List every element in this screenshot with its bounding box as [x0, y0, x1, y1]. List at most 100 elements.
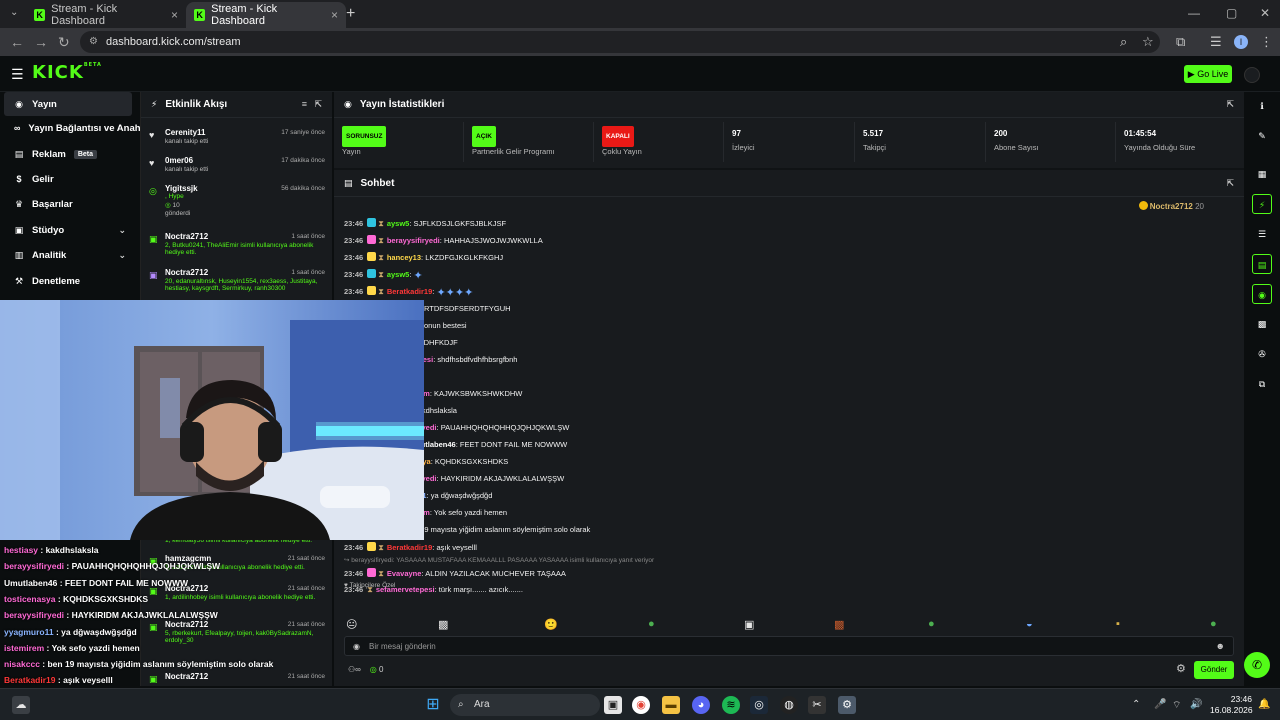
emoji-picker-icon[interactable]: ◉ — [353, 637, 360, 656]
forward-icon[interactable]: → — [34, 34, 48, 50]
chat-message-input[interactable]: ◉ Bir mesaj gönderin ☻ — [344, 636, 1234, 656]
bookmark-star-icon[interactable]: ☆ — [1142, 34, 1154, 50]
zoom-icon[interactable]: ⌕ — [1120, 34, 1127, 50]
message-timestamp: 23:46 — [344, 569, 364, 578]
chat-message-text: aşık veyselll — [436, 543, 477, 552]
kick-logo[interactable]: KICKBETA — [32, 62, 102, 83]
browser-tab-2[interactable]: K Stream - Kick Dashboard × — [186, 2, 346, 28]
reload-icon[interactable]: ↻ — [58, 34, 70, 51]
wrench-icon[interactable]: ✇ — [1252, 344, 1272, 364]
site-info-icon[interactable]: ⚙ — [89, 31, 98, 53]
weather-icon[interactable]: ☁ — [12, 696, 30, 714]
plugin-icon[interactable]: ⧉ — [1252, 374, 1272, 394]
emote-icon[interactable]: ● — [1210, 618, 1217, 630]
obs-icon[interactable]: ◍ — [780, 696, 798, 714]
discord-icon[interactable]: ◕ — [692, 696, 710, 714]
emote-icon: ✦ — [445, 287, 455, 299]
back-icon[interactable]: ← — [10, 34, 24, 50]
chat-username[interactable]: Beratkadir19 — [387, 287, 432, 296]
chat-username[interactable]: aysw5 — [387, 219, 410, 228]
sidebar-item-stream-key[interactable]: ∞ Yayın Bağlantısı ve Anahtarı — [4, 116, 155, 140]
tray-chevron-icon[interactable]: ⌃ — [1132, 699, 1140, 710]
smiley-icon[interactable]: ☻ — [1216, 637, 1225, 656]
chat-username[interactable]: hancey13 — [387, 253, 421, 262]
task-view-icon[interactable]: ▣ — [604, 696, 622, 714]
sidebar-item-denetleme[interactable]: ⚒ Denetleme — [4, 269, 132, 293]
microphone-icon[interactable]: 🎤 — [1154, 699, 1166, 710]
status-badge: KAPALI — [602, 126, 634, 147]
taskbar-search[interactable]: ⌕ Ara — [450, 694, 600, 716]
go-live-button[interactable]: ▶ Go Live — [1184, 65, 1232, 83]
hamburger-menu-icon[interactable]: ☰ — [11, 66, 24, 83]
activity-feed-toggle-icon[interactable]: ⚡ — [1252, 194, 1272, 214]
settings-icon[interactable]: ⚙ — [838, 696, 856, 714]
sidebar-item-analitik[interactable]: ▥ Analitik ⌄ — [4, 243, 132, 267]
emote-icon[interactable]: ▪ — [1116, 618, 1120, 630]
emote-icon[interactable]: 😐 — [346, 618, 357, 631]
emote-icon[interactable]: ▩ — [834, 618, 844, 631]
profile-avatar[interactable]: I — [1234, 35, 1248, 49]
spotify-icon[interactable]: ≋ — [722, 696, 740, 714]
close-tab-icon[interactable]: × — [331, 8, 338, 22]
emote-icon[interactable]: ▣ — [744, 618, 754, 631]
edit-icon[interactable]: ✎ — [1252, 126, 1272, 146]
sidebar-item-studyo[interactable]: ▣ Stüdyo ⌄ — [4, 218, 132, 242]
chat-username[interactable]: Evavayne — [387, 569, 422, 578]
sidebar-item-yayin[interactable]: ◉ Yayın — [4, 92, 132, 116]
stream-stats-toggle-icon[interactable]: ◉ — [1252, 284, 1272, 304]
close-window-icon[interactable]: ✕ — [1260, 6, 1270, 20]
sidebar-item-gelir[interactable]: $ Gelir — [4, 167, 132, 191]
menu-icon[interactable]: ⋮ — [1260, 34, 1273, 50]
layout-icon[interactable]: ▦ — [1252, 164, 1272, 184]
support-chat-button[interactable]: ✆ — [1244, 652, 1270, 678]
chat-message-text: türk marşı....... azıcık....... — [438, 585, 523, 594]
info-icon[interactable]: ℹ — [1252, 96, 1272, 116]
chevron-down-icon: ⌄ — [118, 224, 126, 235]
minimize-icon[interactable]: — — [1188, 6, 1200, 20]
emote-icon[interactable]: ◒ — [1026, 618, 1033, 630]
new-tab-icon[interactable]: + — [346, 5, 355, 23]
user-avatar[interactable] — [1244, 67, 1260, 83]
maximize-icon[interactable]: ▢ — [1226, 6, 1237, 20]
emote-icon[interactable]: ● — [648, 618, 655, 630]
wifi-icon[interactable]: ⌔ — [1172, 699, 1181, 712]
tab-search-icon[interactable]: ⌄ — [10, 7, 18, 18]
chrome-icon[interactable]: ◉ — [632, 696, 650, 714]
steam-icon[interactable]: ◎ — [750, 696, 768, 714]
emote-icon[interactable]: ● — [928, 618, 935, 630]
chat-username[interactable]: aysw5 — [387, 270, 410, 279]
list-icon[interactable]: ☰ — [1252, 224, 1272, 244]
emote-icon: ✦ — [436, 287, 446, 299]
emote-icon[interactable]: ▩ — [438, 618, 448, 631]
chat-message-text: n 19 mayısta yiğidim aslanım söylemiştim… — [414, 525, 591, 534]
url-input[interactable]: ⚙ dashboard.kick.com/stream — [80, 31, 1160, 53]
file-explorer-icon[interactable]: ▬ — [662, 696, 680, 714]
popout-icon[interactable]: ⇱ — [1226, 178, 1234, 189]
sidebar-item-basarilar[interactable]: ♛ Başarılar — [4, 192, 132, 216]
extensions-icon[interactable]: ⧉ — [1176, 34, 1185, 50]
taskbar-clock[interactable]: 23:46 16.08.2026 — [1210, 694, 1253, 716]
popout-icon[interactable]: ⇱ — [1226, 99, 1234, 110]
user-icon[interactable]: ▩ — [1252, 314, 1272, 334]
volume-icon[interactable]: 🔊 — [1190, 699, 1202, 710]
emote-icon[interactable]: 🙂 — [544, 618, 558, 631]
close-tab-icon[interactable]: × — [171, 8, 178, 22]
media-icon[interactable]: ☰ — [1210, 34, 1222, 50]
chat-username[interactable]: Beratkadir19 — [387, 543, 432, 552]
chat-settings-icon[interactable]: ⚙ — [1176, 662, 1186, 675]
browser-tab-1[interactable]: K Stream - Kick Dashboard × — [26, 2, 186, 28]
windows-start-icon[interactable]: ⊞ — [424, 696, 442, 714]
filter-popout-icons[interactable]: ≡ ⇱ — [302, 99, 322, 110]
sidebar-item-reklam[interactable]: ▤ Reklam Beta — [4, 142, 132, 166]
send-button[interactable]: Gönder — [1194, 661, 1234, 679]
chat-username[interactable]: berayysifiryedi — [387, 236, 440, 245]
chat-message: epesi: shdfhsbdfvdhfhbsrgfbnh — [344, 354, 1224, 366]
hourglass-badge-icon: ⧗ — [378, 287, 384, 296]
chat-message: 23:46 ⧗ sefamervetepesi: türk marşı.......… — [344, 585, 523, 594]
top-gifter[interactable]: Noctra2712 20 — [1138, 201, 1204, 211]
main-content: ◉ Yayın İstatistikleri ⇱ SORUNSUZ Yayın … — [334, 92, 1244, 686]
chat-toggle-icon[interactable]: ▤ — [1252, 254, 1272, 274]
overlay-message-text: : Yok sefo yazdi hemen — [44, 642, 140, 653]
notifications-icon[interactable]: 🔔 — [1258, 699, 1270, 710]
capcut-icon[interactable]: ✂ — [808, 696, 826, 714]
